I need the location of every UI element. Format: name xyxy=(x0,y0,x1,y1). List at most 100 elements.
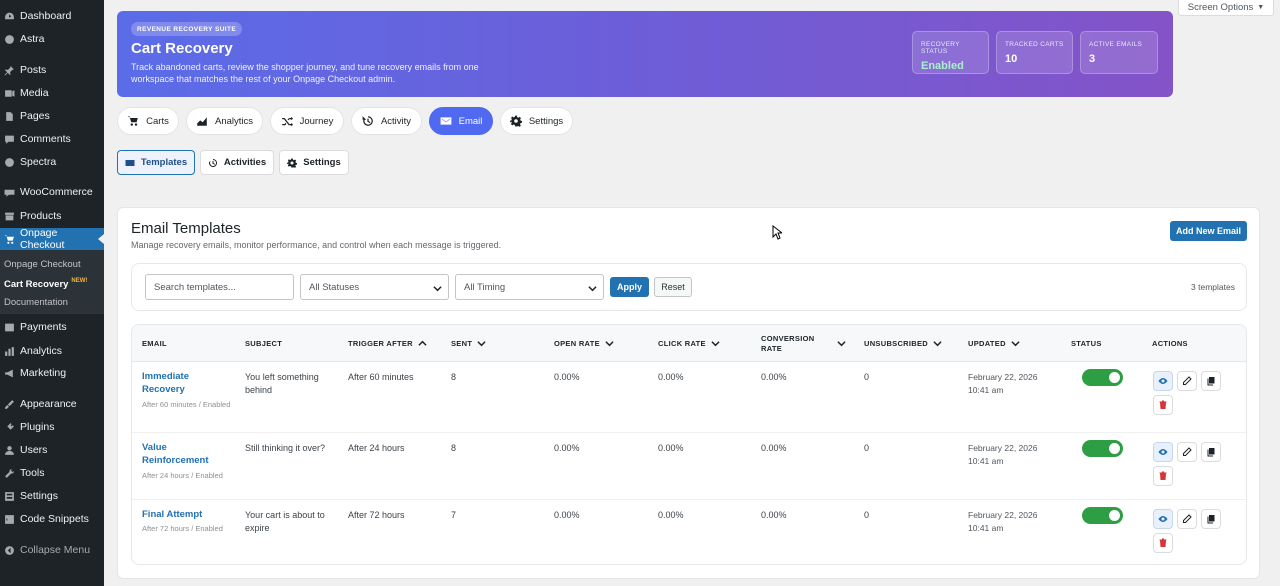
conversion-rate-cell: 0.00% xyxy=(761,510,787,520)
conversion-rate-cell: 0.00% xyxy=(761,443,787,453)
tab-label: Settings xyxy=(528,115,564,127)
dashboard-icon xyxy=(4,11,15,22)
open-rate-cell: 0.00% xyxy=(554,510,580,520)
sidebar-item-woocommerce[interactable]: WooCommerce xyxy=(0,181,104,203)
submenu-item-onpage-checkout[interactable]: Onpage Checkout xyxy=(4,259,81,270)
sidebar-item-marketing[interactable]: Marketing xyxy=(0,362,104,384)
column-sent[interactable]: SENT xyxy=(451,325,486,362)
sidebar-item-label: Spectra xyxy=(20,156,57,168)
column-label: UPDATED xyxy=(968,338,1006,348)
sidebar-item-appearance[interactable]: Appearance xyxy=(0,393,104,415)
sidebar-item-users[interactable]: Users xyxy=(0,439,104,461)
woocommerce-icon xyxy=(4,187,15,198)
table-row: Final Attempt After 72 hours / Enabled Y… xyxy=(132,500,1246,564)
status-toggle[interactable] xyxy=(1082,369,1123,386)
brush-icon xyxy=(4,399,15,410)
chevron-down-icon xyxy=(837,341,846,347)
click-rate-cell: 0.00% xyxy=(658,443,684,453)
reset-button[interactable]: Reset xyxy=(654,277,692,297)
sidebar-item-onpage-checkout[interactable]: Onpage Checkout xyxy=(0,227,104,251)
users-icon xyxy=(4,445,15,456)
tab-email[interactable]: Email xyxy=(429,107,493,135)
column-updated[interactable]: UPDATED xyxy=(968,325,1020,362)
column-trigger-after[interactable]: TRIGGER AFTER xyxy=(348,325,427,362)
submenu-item-documentation[interactable]: Documentation xyxy=(4,297,68,308)
updated-time: 10:41 am xyxy=(968,523,1004,533)
sidebar-item-comments[interactable]: Comments xyxy=(0,128,104,150)
sidebar-item-payments[interactable]: Payments xyxy=(0,316,104,338)
sidebar-item-label: Tools xyxy=(20,467,45,479)
email-name-link[interactable]: Value Reinforcement xyxy=(142,442,232,467)
add-new-email-button[interactable]: Add New Email xyxy=(1170,221,1247,241)
sidebar-item-label: Posts xyxy=(20,64,47,76)
status-toggle[interactable] xyxy=(1082,440,1123,457)
dollar-icon xyxy=(4,322,15,333)
chart-icon xyxy=(197,117,207,126)
delete-button[interactable] xyxy=(1153,466,1173,486)
sidebar-item-spectra[interactable]: Spectra xyxy=(0,151,104,173)
email-cell: Value Reinforcement After 24 hours / Ena… xyxy=(142,442,232,482)
sidebar-item-label: Media xyxy=(20,87,49,99)
column-conversion-rate[interactable]: CONVERSION RATE xyxy=(761,325,846,362)
stat-label: TRACKED CARTS xyxy=(1005,41,1064,48)
sidebar-item-products[interactable]: Products xyxy=(0,205,104,227)
edit-button[interactable] xyxy=(1177,371,1197,391)
column-open-rate[interactable]: OPEN RATE xyxy=(554,325,614,362)
sidebar-item-code-snippets[interactable]: Code Snippets xyxy=(0,508,104,530)
history-icon xyxy=(208,158,217,167)
sidebar-item-posts[interactable]: Posts xyxy=(0,59,104,81)
sidebar-item-pages[interactable]: Pages xyxy=(0,105,104,127)
unsubscribed-cell: 0 xyxy=(864,443,870,453)
cart-icon xyxy=(4,234,15,245)
sidebar-item-tools[interactable]: Tools xyxy=(0,462,104,484)
subtab-templates[interactable]: Templates xyxy=(117,150,195,175)
sidebar-item-dashboard[interactable]: Dashboard xyxy=(0,5,104,27)
status-select[interactable]: All Statuses xyxy=(300,274,449,300)
tab-settings[interactable]: Settings xyxy=(500,107,573,135)
preview-button[interactable] xyxy=(1153,442,1173,462)
sidebar-item-astra[interactable]: Astra xyxy=(0,28,104,50)
chevron-down-icon xyxy=(588,286,597,292)
select-value: All Timing xyxy=(464,281,506,293)
subtab-label: Settings xyxy=(303,157,341,168)
sidebar-item-label: Astra xyxy=(20,33,45,45)
duplicate-button[interactable] xyxy=(1201,371,1221,391)
updated-date: February 22, 2026 xyxy=(968,510,1038,520)
sidebar-item-analytics[interactable]: Analytics xyxy=(0,340,104,362)
preview-button[interactable] xyxy=(1153,371,1173,391)
column-label: CLICK RATE xyxy=(658,338,706,348)
subtab-activities[interactable]: Activities xyxy=(200,150,274,175)
tab-activity[interactable]: Activity xyxy=(351,107,422,135)
media-icon xyxy=(4,88,15,99)
sidebar-item-plugins[interactable]: Plugins xyxy=(0,416,104,438)
duplicate-button[interactable] xyxy=(1201,509,1221,529)
timing-select[interactable]: All Timing xyxy=(455,274,604,300)
preview-button[interactable] xyxy=(1153,509,1173,529)
edit-button[interactable] xyxy=(1177,442,1197,462)
eye-icon xyxy=(1158,378,1168,384)
submenu-item-cart-recovery[interactable]: Cart Recovery NEW! xyxy=(4,278,87,290)
search-input[interactable]: Search templates... xyxy=(145,274,294,300)
email-name-link[interactable]: Immediate Recovery xyxy=(142,371,232,396)
edit-button[interactable] xyxy=(1177,509,1197,529)
sidebar-item-media[interactable]: Media xyxy=(0,82,104,104)
tab-carts[interactable]: Carts xyxy=(117,107,179,135)
tab-analytics[interactable]: Analytics xyxy=(186,107,263,135)
subtab-settings[interactable]: Settings xyxy=(279,150,349,175)
delete-button[interactable] xyxy=(1153,395,1173,415)
table-header: EMAIL SUBJECT TRIGGER AFTER SENT OPEN RA… xyxy=(132,325,1246,362)
stat-value: 3 xyxy=(1089,53,1096,65)
email-name-link[interactable]: Final Attempt xyxy=(142,509,232,522)
apply-button[interactable]: Apply xyxy=(610,277,649,297)
tab-journey[interactable]: Journey xyxy=(270,107,344,135)
delete-button[interactable] xyxy=(1153,533,1173,553)
sidebar-item-settings[interactable]: Settings xyxy=(0,485,104,507)
collapse-menu-button[interactable]: Collapse Menu xyxy=(0,539,104,561)
wrench-icon xyxy=(4,468,15,479)
column-click-rate[interactable]: CLICK RATE xyxy=(658,325,720,362)
duplicate-button[interactable] xyxy=(1201,442,1221,462)
column-unsubscribed[interactable]: UNSUBSCRIBED xyxy=(864,325,942,362)
status-toggle[interactable] xyxy=(1082,507,1123,524)
trash-icon xyxy=(1159,471,1167,480)
screen-options-button[interactable]: Screen Options ▼ xyxy=(1178,0,1274,16)
